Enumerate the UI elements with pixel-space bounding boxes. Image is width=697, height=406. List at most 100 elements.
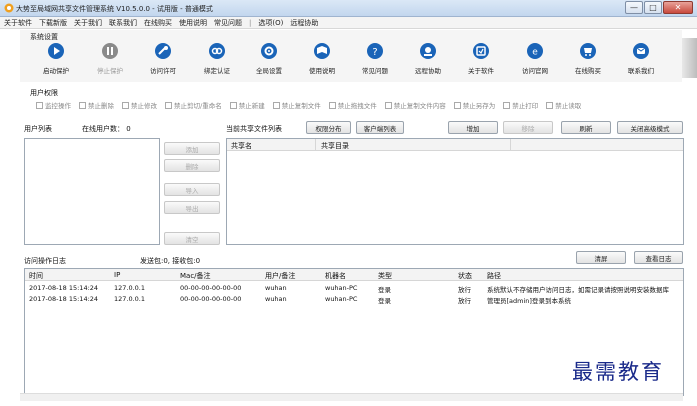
shared-files-table[interactable]: 共享名 共享目录 bbox=[226, 138, 684, 245]
perm-no-drag[interactable]: 禁止拖拽文件 bbox=[328, 100, 377, 110]
checkbox[interactable] bbox=[384, 101, 392, 109]
delete-user-button[interactable]: 删除 bbox=[164, 159, 220, 172]
table-row[interactable]: 2017-08-18 15:14:24 127.0.0.1 00-00-00-0… bbox=[29, 284, 681, 294]
about-software-button[interactable]: 关于软件 bbox=[456, 42, 506, 75]
system-settings-panel: 系统设置 启动保护 停止保护 访问许可 绑定认证 全局设置 使用说明 ? 常见问… bbox=[20, 30, 682, 82]
add-user-button[interactable]: 添加 bbox=[164, 142, 220, 155]
perm-no-delete[interactable]: 禁止删除 bbox=[79, 100, 114, 110]
tool-label: 联系我们 bbox=[628, 67, 654, 75]
checkbox[interactable] bbox=[36, 101, 43, 109]
col-time[interactable]: 时间 bbox=[29, 271, 43, 281]
checkbox[interactable] bbox=[122, 101, 129, 109]
global-settings-button[interactable]: 全局设置 bbox=[244, 42, 294, 75]
col-mac[interactable]: Mac/备注 bbox=[180, 271, 211, 281]
contact-us-button[interactable]: 联系我们 bbox=[616, 42, 666, 75]
window-title: 大势至局域网共享文件管理系统 V10.5.0.0 - 试用版 - 普通模式 bbox=[16, 5, 213, 13]
app-logo-icon bbox=[4, 3, 14, 13]
checkbox[interactable] bbox=[229, 101, 237, 109]
import-button[interactable]: 导入 bbox=[164, 183, 220, 196]
tool-label: 访问官网 bbox=[522, 67, 548, 75]
checkbox[interactable] bbox=[328, 101, 336, 109]
title-bar: 大势至局域网共享文件管理系统 V10.5.0.0 - 试用版 - 普通模式 — … bbox=[0, 0, 697, 17]
add-share-button[interactable]: 增加 bbox=[448, 121, 498, 134]
tool-label: 访问许可 bbox=[150, 67, 176, 75]
checkbox[interactable] bbox=[503, 101, 511, 109]
col-user[interactable]: 用户/备注 bbox=[265, 271, 295, 281]
export-button[interactable]: 导出 bbox=[164, 201, 220, 214]
remote-assist-button[interactable]: 远程协助 bbox=[403, 42, 453, 75]
perm-label: 禁止拖拽文件 bbox=[337, 102, 377, 110]
menu-buy[interactable]: 在线购买 bbox=[144, 18, 172, 28]
view-log-button[interactable]: 查看日志 bbox=[634, 251, 683, 264]
col-share-dir[interactable]: 共享目录 bbox=[321, 141, 349, 151]
visit-website-button[interactable]: e 访问官网 bbox=[510, 42, 560, 75]
perm-no-create[interactable]: 禁止新建 bbox=[229, 100, 265, 110]
perm-no-cut-rename[interactable]: 禁止剪切/重命名 bbox=[165, 100, 222, 110]
stop-protection-button[interactable]: 停止保护 bbox=[85, 42, 135, 75]
svg-text:e: e bbox=[532, 48, 538, 58]
close-advanced-mode-button[interactable]: 关闭高级模式 bbox=[617, 121, 683, 134]
menu-about-software[interactable]: 关于软件 bbox=[4, 18, 32, 28]
horizontal-scrollbar[interactable] bbox=[20, 393, 683, 401]
perm-monitor[interactable]: 监控操作 bbox=[36, 100, 71, 110]
minimize-button[interactable]: — bbox=[625, 1, 643, 14]
col-machine[interactable]: 机器名 bbox=[325, 271, 346, 281]
permission-distribution-button[interactable]: 权限分布 bbox=[306, 121, 351, 134]
menu-remote[interactable]: 远程协助 bbox=[290, 18, 318, 28]
menu-contact[interactable]: 联系我们 bbox=[109, 18, 137, 28]
menu-download[interactable]: 下载新版 bbox=[39, 18, 67, 28]
access-permit-button[interactable]: 访问许可 bbox=[138, 42, 188, 75]
menu-faq[interactable]: 常见问题 bbox=[214, 18, 242, 28]
refresh-button[interactable]: 刷新 bbox=[561, 121, 611, 134]
packet-stats: 发送包:0, 接收包:0 bbox=[140, 257, 201, 265]
col-path[interactable]: 路径 bbox=[487, 271, 501, 281]
client-list-button[interactable]: 客户端列表 bbox=[356, 121, 404, 134]
tool-label: 停止保护 bbox=[97, 67, 123, 75]
user-list-box[interactable] bbox=[24, 138, 160, 245]
menu-manual[interactable]: 使用说明 bbox=[179, 18, 207, 28]
start-protection-button[interactable]: 启动保护 bbox=[31, 42, 81, 75]
tool-label: 使用说明 bbox=[309, 67, 335, 75]
perm-no-save-as[interactable]: 禁止另存为 bbox=[453, 100, 495, 110]
cell-time: 2017-08-18 15:14:24 bbox=[29, 284, 99, 292]
col-ip[interactable]: IP bbox=[114, 271, 120, 279]
perm-no-copy-content[interactable]: 禁止复制文件内容 bbox=[384, 100, 446, 110]
perm-label: 禁止复制文件内容 bbox=[393, 102, 446, 110]
maximize-button[interactable]: □ bbox=[644, 1, 662, 14]
checkbox[interactable] bbox=[165, 101, 172, 109]
tool-label: 全局设置 bbox=[256, 67, 282, 75]
col-share-name[interactable]: 共享名 bbox=[231, 141, 252, 151]
col-type[interactable]: 类型 bbox=[378, 271, 392, 281]
menu-separator: | bbox=[249, 18, 252, 27]
manual-button[interactable]: 使用说明 bbox=[297, 42, 347, 75]
menu-options[interactable]: 选项(O) bbox=[258, 18, 283, 28]
perm-no-modify[interactable]: 禁止修改 bbox=[122, 100, 157, 110]
checkbox[interactable] bbox=[79, 101, 86, 109]
perm-no-read[interactable]: 禁止读取 bbox=[546, 100, 581, 110]
perm-label: 禁止复制文件 bbox=[281, 102, 321, 110]
close-button[interactable]: ✕ bbox=[663, 1, 693, 14]
log-title: 访问操作日志 bbox=[24, 257, 66, 265]
checkbox[interactable] bbox=[453, 101, 461, 109]
gear-icon bbox=[261, 43, 277, 59]
table-row[interactable]: 2017-08-18 15:14:24 127.0.0.1 00-00-00-0… bbox=[29, 295, 681, 305]
perm-label: 禁止新建 bbox=[238, 102, 265, 110]
remove-share-button[interactable]: 移除 bbox=[503, 121, 553, 134]
perm-label: 监控操作 bbox=[45, 102, 71, 110]
menu-about-us[interactable]: 关于我们 bbox=[74, 18, 102, 28]
perm-no-copy-file[interactable]: 禁止复制文件 bbox=[272, 100, 321, 110]
checkbox[interactable] bbox=[272, 101, 280, 109]
faq-button[interactable]: ? 常见问题 bbox=[350, 42, 400, 75]
clear-screen-button[interactable]: 清屏 bbox=[576, 251, 626, 264]
clear-users-button[interactable]: 清空 bbox=[164, 232, 220, 245]
cell-type: 登录 bbox=[378, 297, 391, 305]
side-decoration bbox=[682, 38, 697, 78]
bind-icon bbox=[209, 43, 225, 59]
tool-label: 在线购买 bbox=[575, 67, 601, 75]
col-status[interactable]: 状态 bbox=[458, 271, 472, 281]
perm-no-print[interactable]: 禁止打印 bbox=[503, 100, 538, 110]
book-icon bbox=[314, 43, 330, 59]
checkbox[interactable] bbox=[546, 101, 554, 109]
bind-auth-button[interactable]: 绑定认证 bbox=[192, 42, 242, 75]
buy-online-button[interactable]: 在线购买 bbox=[563, 42, 613, 75]
